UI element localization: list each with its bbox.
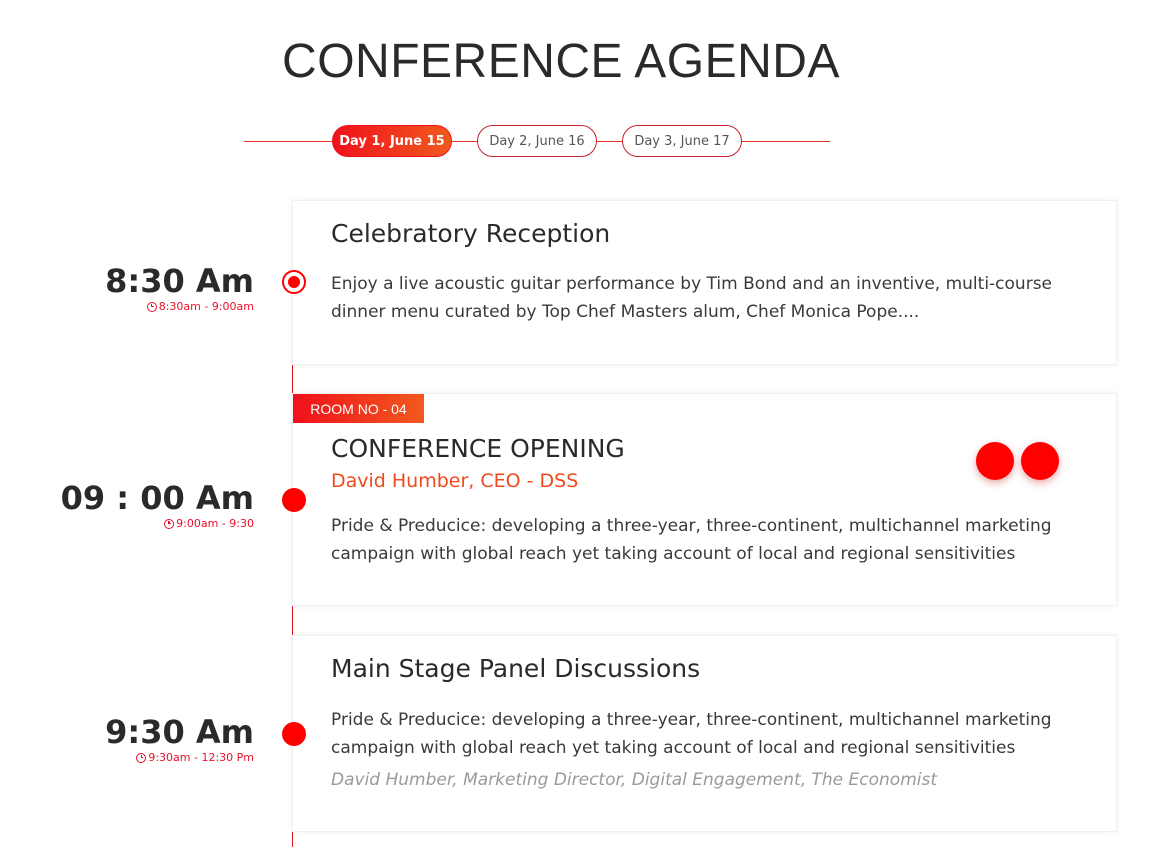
session-card-panel: Main Stage Panel Discussions Pride & Pre… [292, 635, 1117, 832]
session-time-range: 9:00am - 9:30 [61, 517, 254, 530]
tab-day-2[interactable]: Day 2, June 16 [477, 125, 597, 157]
session-description: Pride & Preducice: developing a three-ye… [331, 516, 1052, 564]
session-time-block: 8:30 Am 8:30am - 9:00am [105, 262, 254, 313]
session-credit: David Humber, Marketing Director, Digita… [331, 770, 938, 790]
speaker-avatar[interactable] [976, 442, 1014, 480]
session-time: 09 : 00 Am [60, 479, 254, 517]
session-title: Celebratory Reception [331, 219, 611, 248]
page-title: CONFERENCE AGENDA [282, 35, 840, 88]
timeline-dot-active [282, 270, 306, 294]
session-title: Main Stage Panel Discussions [331, 654, 701, 683]
timeline-dot [282, 488, 306, 512]
session-time-range: 9:30am - 12:30 Pm [105, 751, 254, 764]
session-card-reception: Celebratory Reception Enjoy a live acous… [292, 200, 1117, 365]
session-time-block: 09 : 00 Am 9:00am - 9:30 [61, 479, 254, 530]
session-time: 8:30 Am [105, 262, 254, 300]
session-time-range-label: 9:30am - 12:30 Pm [148, 751, 254, 764]
tab-day-1[interactable]: Day 1, June 15 [332, 125, 452, 157]
speaker-avatar[interactable] [1021, 442, 1059, 480]
session-time-block: 9:30 Am 9:30am - 12:30 Pm [105, 713, 254, 764]
tab-day-3[interactable]: Day 3, June 17 [622, 125, 742, 157]
session-card-opening: ROOM NO - 04 CONFERENCE OPENING David Hu… [292, 393, 1117, 606]
session-time: 9:30 Am [105, 713, 254, 751]
session-description: Pride & Preducice: developing a three-ye… [331, 710, 1052, 758]
clock-icon [164, 518, 175, 529]
session-time-range: 8:30am - 9:00am [105, 300, 254, 313]
session-speaker[interactable]: David Humber, CEO - DSS [331, 470, 578, 492]
session-title: CONFERENCE OPENING [331, 434, 625, 463]
session-time-range-label: 9:00am - 9:30 [176, 517, 254, 530]
session-description: Enjoy a live acoustic guitar performance… [331, 274, 1053, 322]
clock-icon [136, 752, 147, 763]
session-time-range-label: 8:30am - 9:00am [158, 300, 254, 313]
timeline-dot [282, 722, 306, 746]
clock-icon [146, 301, 157, 312]
room-badge: ROOM NO - 04 [293, 394, 424, 423]
